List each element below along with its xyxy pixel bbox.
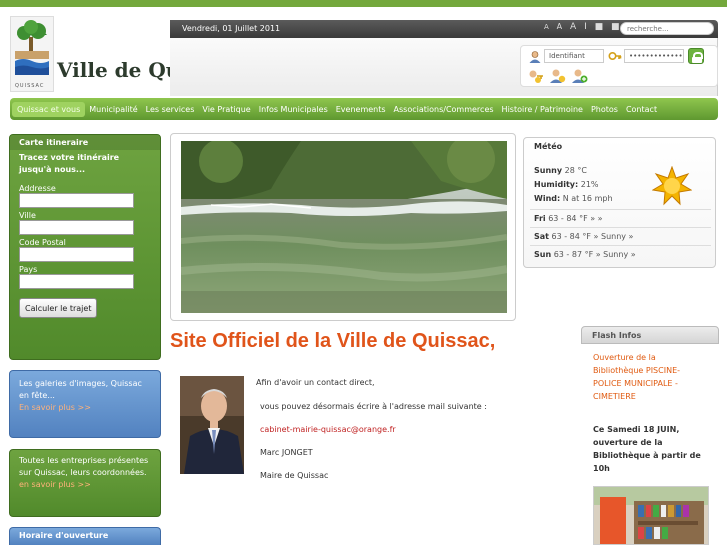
wind-value: N at 16 mph: [562, 194, 613, 203]
featured-photo-frame: [170, 133, 516, 321]
contact-email-link[interactable]: cabinet-mairie-quissac@orange.fr: [260, 425, 396, 434]
nav-vie-pratique[interactable]: Vie Pratique: [198, 105, 254, 114]
postal-code-label: Code Postal: [19, 238, 66, 247]
city-logo[interactable]: QUISSAC: [10, 16, 54, 92]
register-user-icon[interactable]: [571, 68, 589, 84]
businesses-panel: Toutes les entreprises présentes sur Qui…: [9, 449, 161, 517]
itinerary-title: Carte itineraire: [10, 135, 160, 150]
mayor-role: Maire de Quissac: [260, 471, 329, 480]
font-size-reset-button[interactable]: I: [584, 22, 589, 32]
nav-contact[interactable]: Contact: [622, 105, 661, 114]
weather-wind: Wind: N at 16 mph: [534, 194, 613, 203]
key-icon: [608, 51, 622, 61]
user-icon: [529, 51, 541, 63]
mayor-portrait: [180, 376, 244, 474]
flash-news-link[interactable]: Ouverture de la Bibliothèque PISCINE-POL…: [593, 351, 703, 403]
nav-associations-commerces[interactable]: Associations/Commerces: [390, 105, 498, 114]
country-input[interactable]: [19, 274, 134, 289]
font-size-medium-button[interactable]: A: [557, 22, 564, 31]
font-size-controls: A A A I ■ ■: [544, 22, 623, 32]
sunny-icon: [652, 166, 692, 206]
forecast-day: Sun: [534, 250, 552, 259]
font-size-small-button[interactable]: A: [544, 23, 551, 31]
wind-label: Wind:: [534, 194, 561, 203]
address-label: Addresse: [19, 184, 56, 193]
logo-caption: QUISSAC: [15, 83, 45, 89]
username-field[interactable]: [544, 49, 604, 63]
forgot-username-icon[interactable]: [549, 68, 567, 84]
page-title: Site Officiel de la Ville de Quissac,: [170, 330, 496, 352]
opening-hours-title: Horaire d'ouverture: [19, 531, 109, 540]
weather-temperature: 28 °C: [564, 166, 587, 175]
weather-divider: [530, 227, 711, 228]
forecast-day: Fri: [534, 214, 546, 223]
weather-divider: [530, 209, 711, 210]
weather-current: Sunny 28 °C: [534, 166, 587, 175]
main-navigation: Quissac et vous Municipalité Les service…: [10, 98, 718, 120]
city-input[interactable]: [19, 220, 134, 235]
nav-histoire-patrimoine[interactable]: Histoire / Patrimoine: [498, 105, 587, 114]
search-input[interactable]: [620, 22, 714, 35]
password-field[interactable]: [624, 49, 684, 63]
contact-intro: Afin d'avoir un contact direct,: [256, 378, 375, 387]
layout-narrow-button[interactable]: ■: [595, 22, 606, 32]
contact-instructions: vous pouvez désormais écrire à l'adresse…: [260, 402, 487, 411]
opening-hours-panel: Horaire d'ouverture: [9, 527, 161, 545]
city-label: Ville: [19, 211, 36, 220]
gallery-panel: Les galeries d'images, Quissac en fête..…: [9, 370, 161, 438]
flash-news-text: Ce Samedi 18 JUIN, ouverture de la Bibli…: [593, 425, 701, 473]
postal-code-input[interactable]: [19, 247, 134, 262]
calculate-route-button[interactable]: Calculer le trajet: [19, 298, 98, 318]
weather-widget: Météo Sunny 28 °C Humidity: 21% Wind: N …: [523, 137, 716, 268]
forecast-sat: Sat 63 - 84 °F » Sunny »: [534, 232, 633, 241]
businesses-text: Toutes les entreprises présentes sur Qui…: [19, 456, 149, 477]
forecast-sun: Sun 63 - 87 °F » Sunny »: [534, 250, 636, 259]
nav-infos-municipales[interactable]: Infos Municipales: [255, 105, 332, 114]
nav-evenements[interactable]: Evenements: [332, 105, 390, 114]
itinerary-panel: Carte itineraire Tracez votre itinéraire…: [9, 134, 161, 360]
itinerary-subtitle: Tracez votre itinéraire jusqu'à nous...: [19, 153, 120, 174]
forecast-range: 63 - 84 °F » »: [548, 214, 603, 223]
font-size-large-button[interactable]: A: [570, 22, 578, 32]
country-label: Pays: [19, 265, 38, 274]
flash-infos-title: Flash Infos: [592, 331, 642, 340]
businesses-more-link[interactable]: en savoir plus >>: [10, 479, 160, 491]
mayor-name: Marc JONGET: [260, 448, 313, 457]
tree-emblem-icon: [11, 17, 53, 81]
login-box: [520, 45, 718, 87]
forecast-fri: Fri 63 - 84 °F » »: [534, 214, 603, 223]
nav-photos[interactable]: Photos: [587, 105, 622, 114]
current-date: Vendredi, 01 Juillet 2011: [182, 24, 281, 33]
weather-title: Météo: [534, 142, 563, 151]
weather-humidity: Humidity: 21%: [534, 180, 599, 189]
gallery-text: Les galeries d'images, Quissac en fête..…: [19, 379, 142, 400]
nav-les-services[interactable]: Les services: [142, 105, 199, 114]
forecast-range: 63 - 84 °F » Sunny »: [551, 232, 634, 241]
top-accent-bar: [0, 0, 727, 7]
forgot-password-icon[interactable]: [527, 68, 545, 84]
forecast-range: 63 - 87 °F » Sunny »: [553, 250, 636, 259]
weather-divider: [530, 245, 711, 246]
humidity-label: Humidity:: [534, 180, 579, 189]
library-photo: [593, 486, 709, 545]
weather-condition: Sunny: [534, 166, 563, 175]
top-toolbar: Vendredi, 01 Juillet 2011 A A A I ■ ■: [170, 20, 718, 38]
river-photo: [181, 141, 507, 313]
flash-infos-header: Flash Infos: [581, 326, 719, 344]
forecast-day: Sat: [534, 232, 549, 241]
login-lock-button[interactable]: [688, 48, 704, 64]
humidity-value: 21%: [580, 180, 599, 189]
gallery-more-link[interactable]: En savoir plus >>: [10, 402, 160, 414]
nav-quissac-et-vous[interactable]: Quissac et vous: [12, 101, 86, 117]
nav-municipalite[interactable]: Municipalité: [85, 105, 141, 114]
address-input[interactable]: [19, 193, 134, 208]
